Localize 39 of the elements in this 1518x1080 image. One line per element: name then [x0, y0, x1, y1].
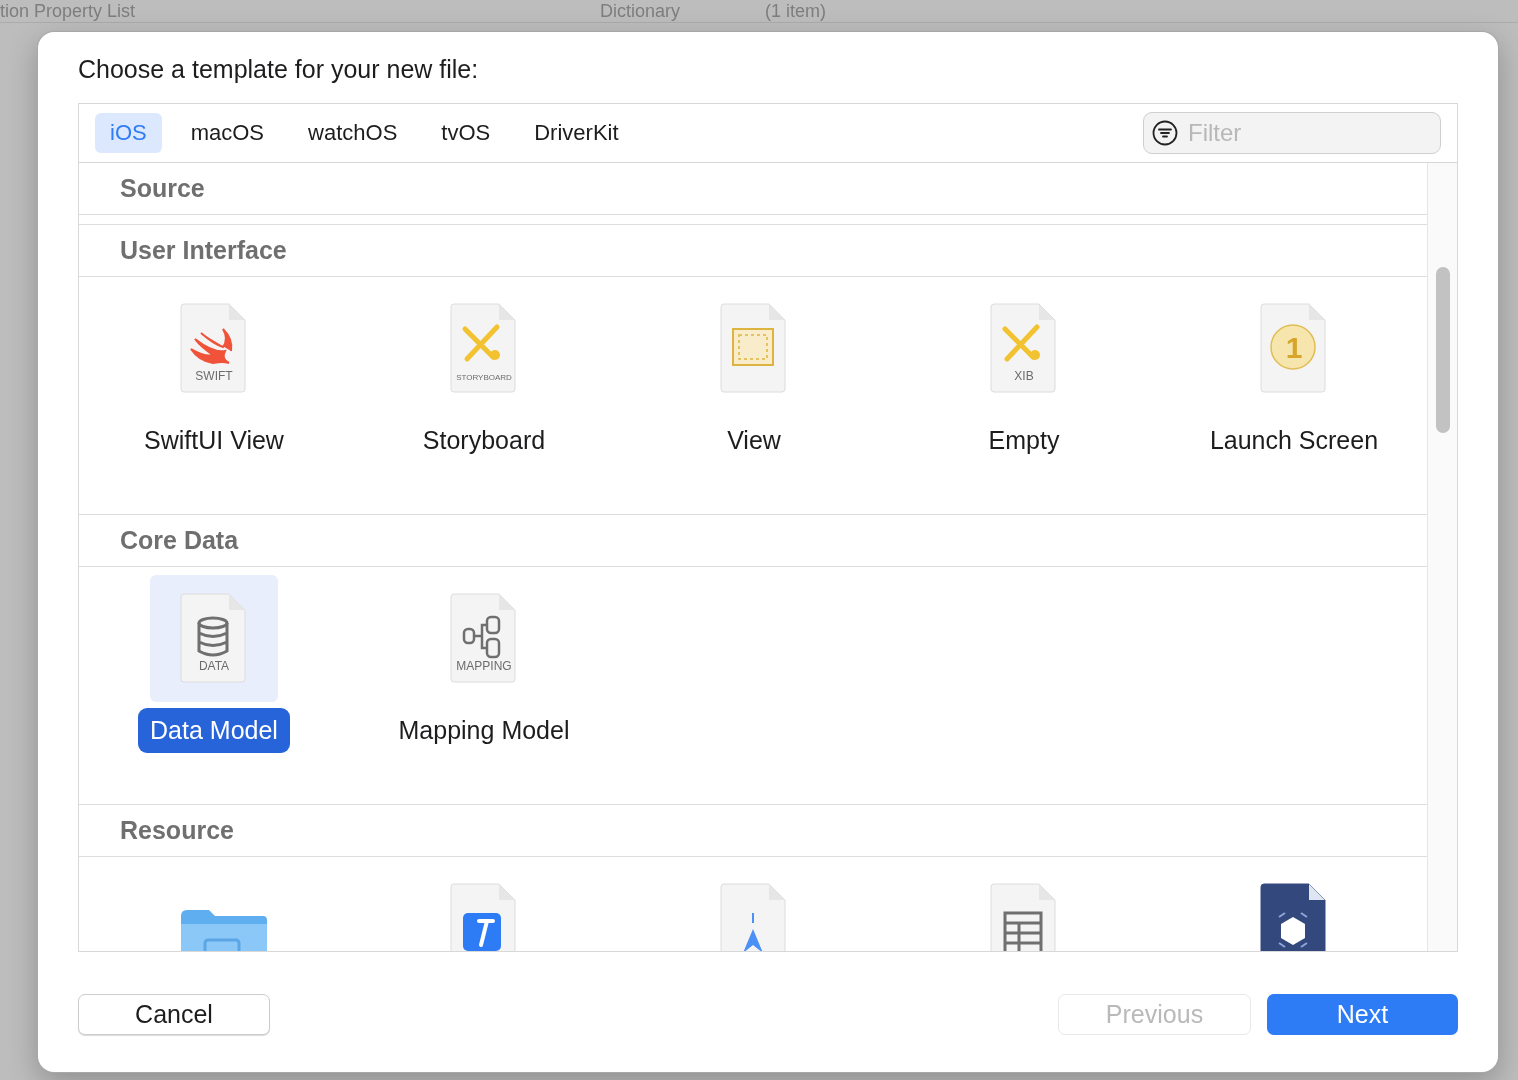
- property-value: (1 item): [765, 0, 827, 22]
- template-name[interactable]: Storyboard: [410, 418, 558, 463]
- view-file-icon: [719, 302, 789, 395]
- section-header: Source: [79, 163, 1427, 215]
- template-name[interactable]: SwiftUI View: [132, 418, 296, 463]
- template-name[interactable]: View: [715, 418, 793, 463]
- selected-template-highlight[interactable]: DATA: [150, 575, 278, 702]
- file-type-label: DATA: [197, 658, 231, 673]
- platform-tab[interactable]: macOS: [175, 113, 280, 153]
- template-name[interactable]: Launch Screen: [1197, 418, 1391, 463]
- file-type-label: STORYBOARD: [455, 372, 513, 383]
- filter-field[interactable]: Filter: [1143, 112, 1441, 154]
- database-file-icon: [179, 592, 249, 685]
- file-type-label: 1: [1284, 329, 1304, 366]
- platform-tab[interactable]: tvOS: [426, 113, 506, 153]
- section-header: User Interface: [79, 224, 1427, 277]
- storyboard-file-icon: [449, 302, 519, 395]
- file-type-label: XIB: [1013, 368, 1035, 383]
- property-name: tion Property List: [0, 0, 137, 22]
- cube-file-icon: [1259, 882, 1329, 951]
- swift-file-icon: [179, 302, 249, 395]
- launch-screen-file-icon: [1259, 302, 1329, 395]
- section-header: Core Data: [79, 514, 1427, 567]
- platform-tab[interactable]: DriverKit: [519, 113, 634, 153]
- next-button[interactable]: Next: [1267, 994, 1458, 1035]
- property-type: Dictionary: [600, 0, 682, 22]
- filter-icon: [1152, 120, 1178, 146]
- scrollbar[interactable]: [1435, 267, 1450, 433]
- xib-file-icon: [989, 302, 1059, 395]
- dialog-title: Choose a template for your new file:: [78, 54, 480, 85]
- section-header: Resource: [79, 804, 1427, 857]
- template-name[interactable]: Empty: [976, 418, 1072, 463]
- template-name[interactable]: Mapping Model: [386, 708, 582, 753]
- mapping-file-icon: [449, 592, 519, 685]
- template-name[interactable]: Data Model: [138, 708, 290, 753]
- dialog-button[interactable]: Cancel: [78, 994, 270, 1035]
- file-type-label: MAPPING: [455, 658, 513, 673]
- file-type-label: SWIFT: [194, 368, 234, 383]
- platform-tab[interactable]: watchOS: [293, 113, 413, 153]
